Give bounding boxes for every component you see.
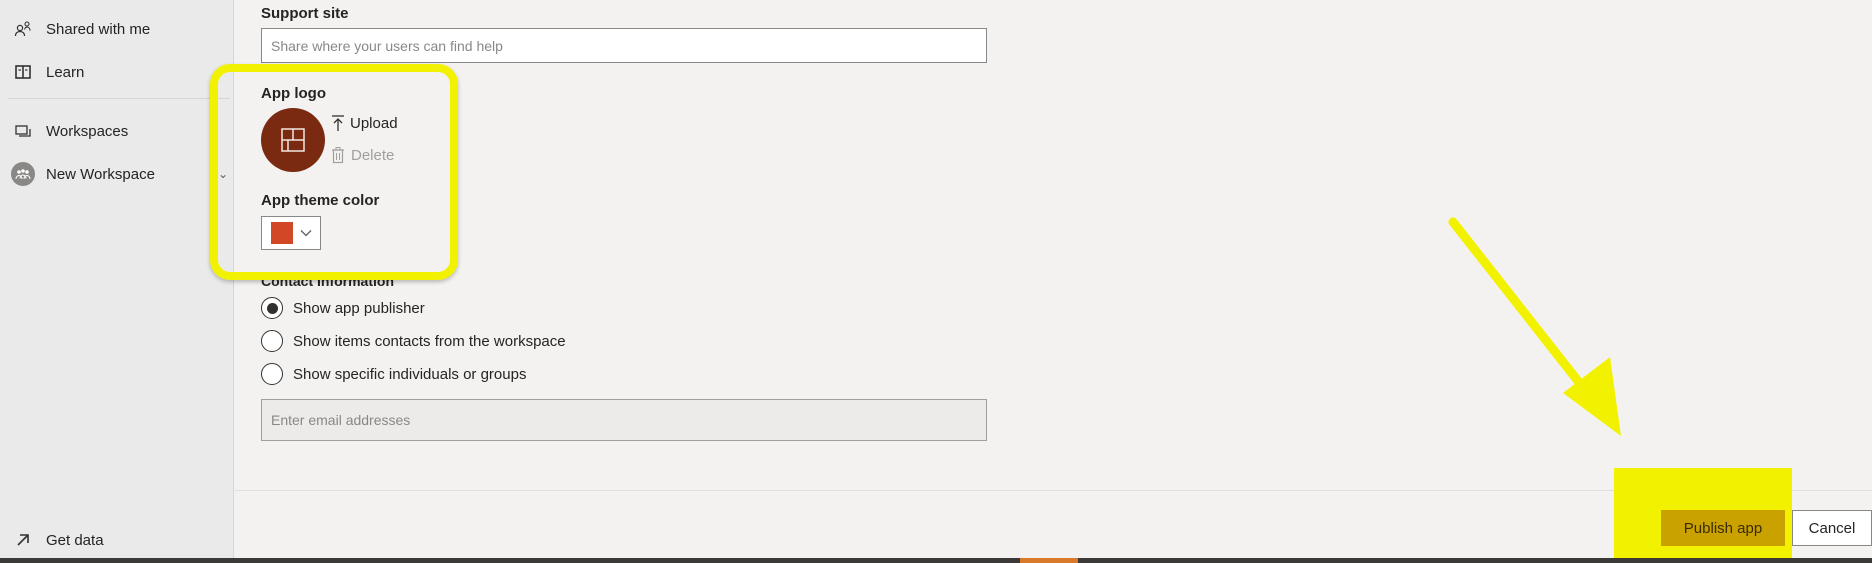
nav-item-workspaces[interactable]: Workspaces (0, 116, 234, 146)
workspace-avatar-icon (0, 162, 46, 186)
radio-show-app-publisher[interactable]: Show app publisher (261, 297, 425, 319)
support-site-input[interactable] (261, 28, 987, 63)
support-site-label: Support site (261, 5, 349, 22)
email-addresses-input[interactable] (261, 399, 987, 441)
left-nav-sidebar: Shared with me Learn Workspaces New Work… (0, 0, 234, 563)
upload-icon (332, 115, 344, 131)
publish-app-button[interactable]: Publish app (1661, 510, 1785, 546)
theme-color-swatch (271, 222, 293, 244)
chevron-down-icon (300, 230, 312, 237)
nav-label: New Workspace (46, 165, 155, 183)
nav-label: Workspaces (46, 122, 129, 140)
radio-button-selected[interactable] (261, 297, 283, 319)
radio-show-specific-individuals[interactable]: Show specific individuals or groups (261, 363, 526, 385)
nav-item-shared-with-me[interactable]: Shared with me (0, 14, 234, 44)
radio-button[interactable] (261, 330, 283, 352)
nav-label: Learn (46, 63, 85, 81)
nav-divider (8, 98, 230, 99)
app-logo-image (261, 108, 325, 172)
app-theme-color-label: App theme color (261, 192, 380, 209)
nav-label: Shared with me (46, 20, 151, 38)
upload-logo-button[interactable]: Upload (331, 114, 398, 132)
upload-label: Upload (350, 114, 398, 132)
delete-label: Delete (351, 146, 395, 164)
chevron-down-icon[interactable]: ⌄ (218, 167, 228, 181)
theme-color-picker[interactable] (261, 216, 321, 250)
radio-label: Show specific individuals or groups (293, 365, 527, 383)
radio-button[interactable] (261, 363, 283, 385)
trash-icon (332, 147, 344, 164)
contact-information-label: Contact Information (261, 273, 394, 289)
app-logo-label: App logo (261, 85, 326, 102)
app-settings-form: Support site App logo Upload Delete App … (235, 0, 1872, 490)
radio-label: Show items contacts from the workspace (293, 332, 566, 350)
nav-item-get-data[interactable]: Get data (0, 525, 234, 555)
arrow-up-right-icon (0, 532, 46, 548)
app-logo-glyph-icon (281, 128, 305, 152)
book-icon (0, 64, 46, 80)
delete-logo-button[interactable]: Delete (331, 146, 394, 164)
nav-item-learn[interactable]: Learn (0, 57, 234, 87)
radio-label: Show app publisher (293, 299, 425, 317)
workspaces-icon (0, 123, 46, 139)
radio-show-items-contacts[interactable]: Show items contacts from the workspace (261, 330, 566, 352)
shared-people-icon (0, 20, 46, 38)
taskbar-strip (0, 558, 1872, 563)
cancel-button[interactable]: Cancel (1792, 510, 1872, 546)
nav-label: Get data (46, 531, 104, 549)
nav-item-new-workspace[interactable]: New Workspace ⌄ (0, 159, 234, 189)
